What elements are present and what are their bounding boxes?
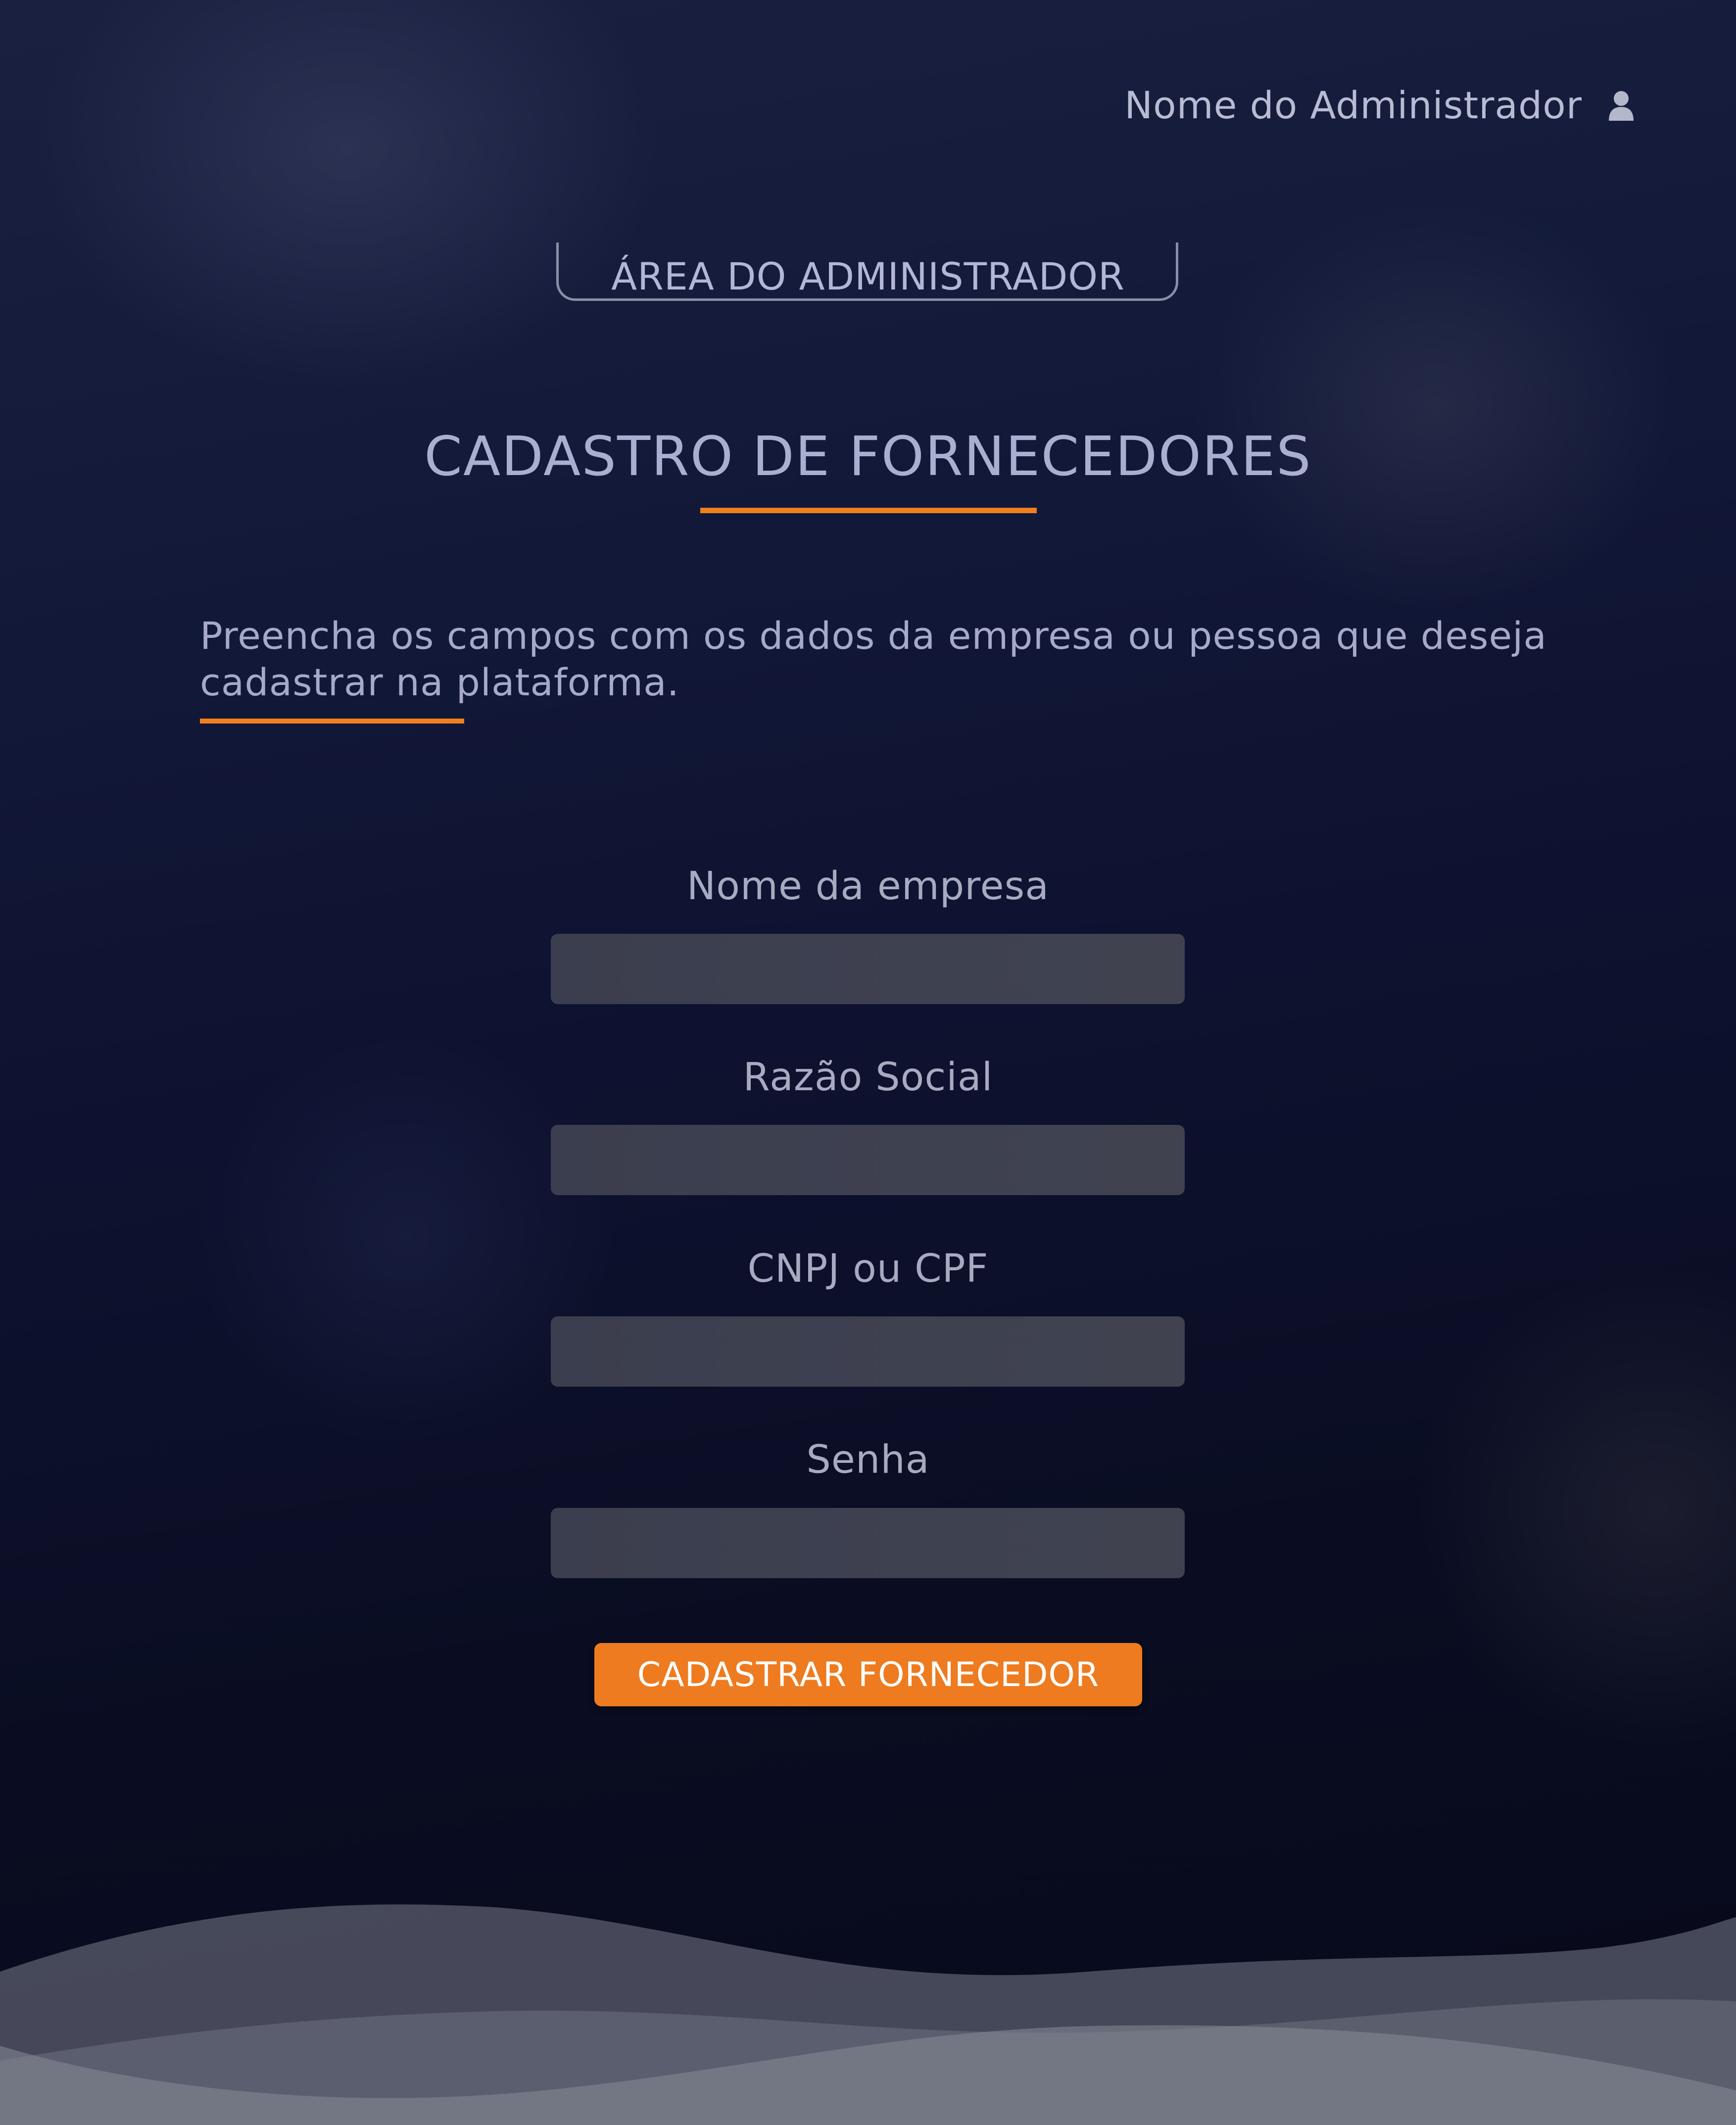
corporate-name-input[interactable] bbox=[551, 1125, 1185, 1195]
cnpj-cpf-input[interactable] bbox=[551, 1316, 1185, 1387]
title-underline bbox=[700, 508, 1037, 513]
page-title: CADASTRO DE FORNECEDORES bbox=[424, 425, 1312, 488]
password-label: Senha bbox=[806, 1438, 930, 1482]
company-name-input[interactable] bbox=[551, 934, 1185, 1004]
description-underline bbox=[200, 719, 464, 724]
password-input[interactable] bbox=[551, 1508, 1185, 1578]
cnpj-cpf-label: CNPJ ou CPF bbox=[747, 1247, 989, 1291]
admin-name: Nome do Administrador bbox=[1124, 83, 1582, 127]
register-supplier-label: CADASTRAR FORNECEDOR bbox=[637, 1655, 1100, 1694]
admin-area-label: ÁREA DO ADMINISTRADOR bbox=[611, 254, 1125, 298]
decorative-waves bbox=[0, 1904, 1736, 2125]
page-description: Preencha os campos com os dados da empre… bbox=[200, 614, 1547, 704]
corporate-name-label: Razão Social bbox=[743, 1055, 993, 1100]
user-icon bbox=[1609, 91, 1634, 121]
user-menu[interactable]: Nome do Administrador bbox=[1124, 83, 1635, 127]
company-name-label: Nome da empresa bbox=[686, 864, 1050, 909]
register-supplier-button[interactable]: CADASTRAR FORNECEDOR bbox=[594, 1643, 1142, 1706]
